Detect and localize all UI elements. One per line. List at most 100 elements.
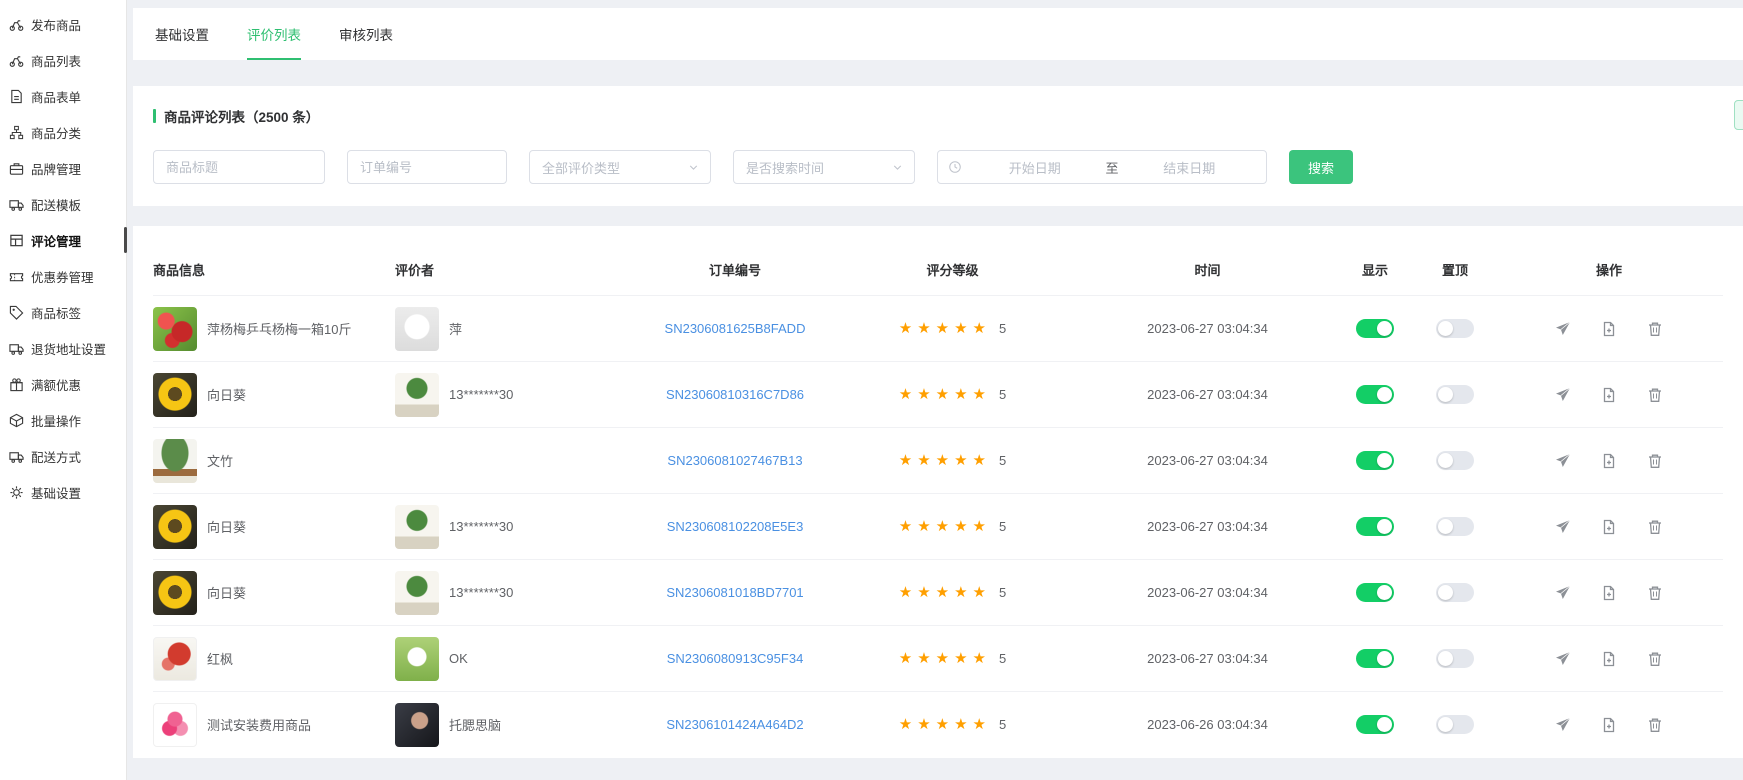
send-icon[interactable] bbox=[1555, 387, 1571, 403]
product-info-cell: 测试安装费用商品 bbox=[153, 703, 395, 747]
delete-icon[interactable] bbox=[1647, 387, 1663, 403]
sidebar-item-brand-manage[interactable]: 品牌管理 bbox=[0, 150, 126, 186]
file-add-icon[interactable] bbox=[1601, 321, 1617, 337]
product-form-icon bbox=[8, 89, 24, 104]
order-number-link[interactable]: SN2306081027467B13 bbox=[667, 453, 802, 468]
sidebar-item-publish-product[interactable]: 发布商品 bbox=[0, 6, 126, 42]
order-number-link[interactable]: SN2306081625B8FADD bbox=[665, 321, 806, 336]
show-toggle[interactable] bbox=[1356, 649, 1394, 668]
date-range-picker[interactable]: 开始日期 至 结束日期 bbox=[937, 150, 1267, 184]
show-toggle[interactable] bbox=[1356, 583, 1394, 602]
top-toggle[interactable] bbox=[1436, 715, 1474, 734]
file-add-icon[interactable] bbox=[1601, 519, 1617, 535]
sidebar-item-return-address[interactable]: 退货地址设置 bbox=[0, 330, 126, 366]
title-accent-bar bbox=[153, 109, 156, 123]
rating-cell: ★★★★★5 bbox=[825, 585, 1080, 600]
top-toggle[interactable] bbox=[1436, 517, 1474, 536]
sidebar-item-delivery-template[interactable]: 配送模板 bbox=[0, 186, 126, 222]
rating-value: 5 bbox=[999, 585, 1006, 600]
sidebar-item-product-tag[interactable]: 商品标签 bbox=[0, 294, 126, 330]
product-tag-icon bbox=[8, 305, 24, 320]
show-toggle[interactable] bbox=[1356, 385, 1394, 404]
file-add-icon[interactable] bbox=[1601, 585, 1617, 601]
top-toggle[interactable] bbox=[1436, 649, 1474, 668]
product-name: 测试安装费用商品 bbox=[207, 715, 311, 734]
table-row: 红枫 OK SN2306080913C95F34 ★★★★★5 2023-06-… bbox=[153, 625, 1723, 691]
review-type-select[interactable]: 全部评价类型 bbox=[529, 150, 711, 184]
top-toggle[interactable] bbox=[1436, 385, 1474, 404]
clock-icon bbox=[948, 160, 962, 174]
sidebar-item-label: 基础设置 bbox=[31, 483, 81, 502]
table-row: 文竹 SN2306081027467B13 ★★★★★5 2023-06-27 … bbox=[153, 427, 1723, 493]
star-rating: ★★★★★ bbox=[899, 453, 991, 468]
sidebar-item-product-form[interactable]: 商品表单 bbox=[0, 78, 126, 114]
col-time: 时间 bbox=[1080, 260, 1335, 279]
show-toggle[interactable] bbox=[1356, 715, 1394, 734]
row-actions bbox=[1495, 387, 1723, 403]
full-discount-icon bbox=[8, 377, 24, 392]
add-review-button[interactable]: + 新 bbox=[1734, 100, 1743, 130]
sidebar-item-batch-operation[interactable]: 批量操作 bbox=[0, 402, 126, 438]
send-icon[interactable] bbox=[1555, 321, 1571, 337]
table-row: 测试安装费用商品 托腮思脑 SN2306101424A464D2 ★★★★★5 … bbox=[153, 691, 1723, 757]
row-actions bbox=[1495, 453, 1723, 469]
product-name: 向日葵 bbox=[207, 385, 246, 404]
product-info-cell: 红枫 bbox=[153, 637, 395, 681]
sidebar-item-product-category[interactable]: 商品分类 bbox=[0, 114, 126, 150]
rating-cell: ★★★★★5 bbox=[825, 717, 1080, 732]
delete-icon[interactable] bbox=[1647, 321, 1663, 337]
sidebar-item-full-discount[interactable]: 满额优惠 bbox=[0, 366, 126, 402]
file-add-icon[interactable] bbox=[1601, 453, 1617, 469]
review-time: 2023-06-27 03:04:34 bbox=[1080, 651, 1335, 666]
sidebar-item-comment-manage[interactable]: 评论管理 bbox=[0, 222, 126, 258]
tab-review-list[interactable]: 评价列表 bbox=[247, 24, 301, 60]
review-time: 2023-06-27 03:04:34 bbox=[1080, 519, 1335, 534]
top-toggle[interactable] bbox=[1436, 319, 1474, 338]
star-rating: ★★★★★ bbox=[899, 519, 991, 534]
show-toggle[interactable] bbox=[1356, 451, 1394, 470]
order-number-input[interactable] bbox=[347, 150, 507, 184]
delete-icon[interactable] bbox=[1647, 651, 1663, 667]
time-search-select[interactable]: 是否搜索时间 bbox=[733, 150, 915, 184]
search-button[interactable]: 搜索 bbox=[1289, 150, 1353, 184]
order-number-link[interactable]: SN2306080913C95F34 bbox=[667, 651, 804, 666]
product-title-input[interactable] bbox=[153, 150, 325, 184]
sidebar-item-delivery-method[interactable]: 配送方式 bbox=[0, 438, 126, 474]
sidebar-item-product-list[interactable]: 商品列表 bbox=[0, 42, 126, 78]
show-toggle[interactable] bbox=[1356, 319, 1394, 338]
end-date-input[interactable]: 结束日期 bbox=[1123, 158, 1257, 177]
order-number-link[interactable]: SN230608102208E5E3 bbox=[667, 519, 804, 534]
rating-value: 5 bbox=[999, 651, 1006, 666]
order-number-link[interactable]: SN2306101424A464D2 bbox=[666, 717, 803, 732]
product-info-cell: 向日葵 bbox=[153, 505, 395, 549]
admin-app: 发布商品 商品列表 商品表单 商品分类 品牌管理 配送模板 评论管理 优惠券管理… bbox=[0, 0, 1743, 780]
delete-icon[interactable] bbox=[1647, 585, 1663, 601]
file-add-icon[interactable] bbox=[1601, 651, 1617, 667]
sidebar-item-label: 优惠券管理 bbox=[31, 267, 94, 286]
top-toggle[interactable] bbox=[1436, 583, 1474, 602]
tab-basic-settings[interactable]: 基础设置 bbox=[155, 24, 209, 60]
sidebar-item-coupon-manage[interactable]: 优惠券管理 bbox=[0, 258, 126, 294]
send-icon[interactable] bbox=[1555, 519, 1571, 535]
send-icon[interactable] bbox=[1555, 651, 1571, 667]
coupon-manage-icon bbox=[8, 269, 24, 284]
row-actions bbox=[1495, 651, 1723, 667]
file-add-icon[interactable] bbox=[1601, 387, 1617, 403]
show-toggle[interactable] bbox=[1356, 517, 1394, 536]
top-toggle[interactable] bbox=[1436, 451, 1474, 470]
send-icon[interactable] bbox=[1555, 717, 1571, 733]
send-icon[interactable] bbox=[1555, 585, 1571, 601]
rating-cell: ★★★★★5 bbox=[825, 321, 1080, 336]
tab-audit-list[interactable]: 审核列表 bbox=[339, 24, 393, 60]
start-date-input[interactable]: 开始日期 bbox=[968, 158, 1102, 177]
delete-icon[interactable] bbox=[1647, 453, 1663, 469]
delete-icon[interactable] bbox=[1647, 717, 1663, 733]
send-icon[interactable] bbox=[1555, 453, 1571, 469]
product-info-cell: 文竹 bbox=[153, 439, 395, 483]
order-number-link[interactable]: SN2306081018BD7701 bbox=[666, 585, 803, 600]
file-add-icon[interactable] bbox=[1601, 717, 1617, 733]
sidebar-item-basic-settings[interactable]: 基础设置 bbox=[0, 474, 126, 510]
page-title: 商品评论列表（2500 条） bbox=[164, 106, 319, 126]
order-number-link[interactable]: SN23060810316C7D86 bbox=[666, 387, 804, 402]
delete-icon[interactable] bbox=[1647, 519, 1663, 535]
